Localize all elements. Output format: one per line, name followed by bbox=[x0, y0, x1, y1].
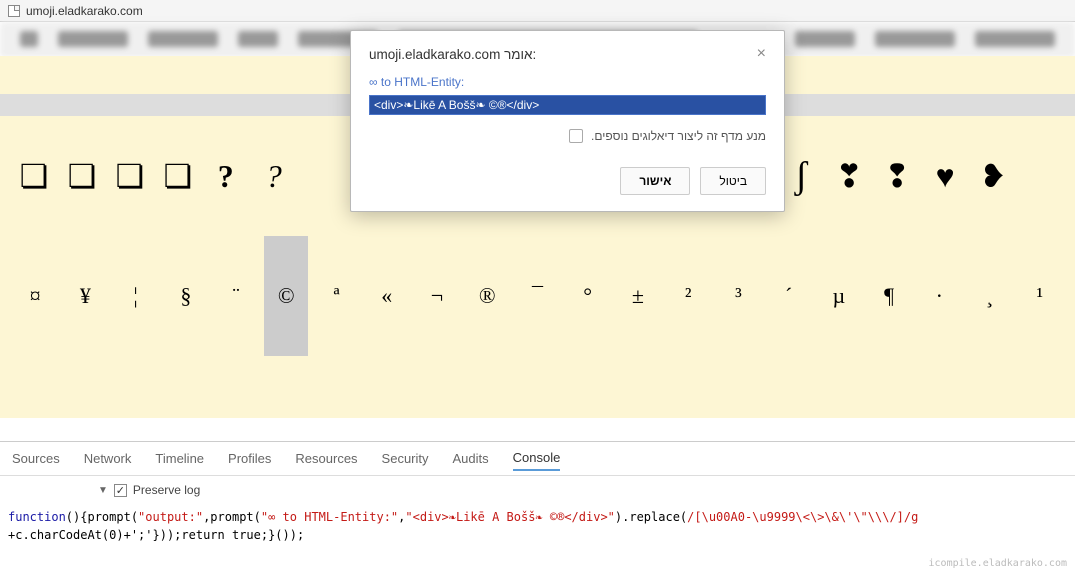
char-cell[interactable]: « bbox=[365, 236, 409, 356]
dialog-origin-text: umoji.eladkarako.com אומר: bbox=[369, 47, 536, 62]
tab-resources[interactable]: Resources bbox=[295, 447, 357, 470]
char-cell[interactable]: ª bbox=[315, 236, 359, 356]
cancel-button[interactable]: ביטול bbox=[700, 167, 766, 195]
prompt-label: ∞ to HTML-Entity: bbox=[369, 75, 766, 89]
char-cell[interactable] bbox=[300, 116, 344, 236]
char-cell[interactable]: ¹ bbox=[1018, 236, 1062, 356]
tab-sources[interactable]: Sources bbox=[12, 447, 60, 470]
prompt-input[interactable] bbox=[369, 95, 766, 115]
char-cell[interactable]: ¶ bbox=[867, 236, 911, 356]
char-cell[interactable]: ¨ bbox=[214, 236, 258, 356]
page-title: umoji.eladkarako.com bbox=[26, 4, 143, 18]
char-cell[interactable]: ❏ bbox=[108, 116, 152, 236]
char-cell[interactable]: ? bbox=[252, 116, 296, 236]
char-cell[interactable]: ² bbox=[666, 236, 710, 356]
tab-audits[interactable]: Audits bbox=[453, 447, 489, 470]
ok-button[interactable]: אישור bbox=[620, 167, 690, 195]
devtools-tabs: Sources Network Timeline Profiles Resour… bbox=[0, 442, 1075, 476]
char-cell[interactable]: ¬ bbox=[415, 236, 459, 356]
char-cell[interactable]: ❏ bbox=[156, 116, 200, 236]
char-cell[interactable]: ♥ bbox=[923, 116, 967, 236]
tab-security[interactable]: Security bbox=[382, 447, 429, 470]
tab-timeline[interactable]: Timeline bbox=[155, 447, 204, 470]
close-icon[interactable]: × bbox=[757, 45, 766, 63]
tab-profiles[interactable]: Profiles bbox=[228, 447, 271, 470]
char-cell[interactable]: ʃ bbox=[779, 116, 823, 236]
suppress-dialogs-label: מנע מדף זה ליצור דיאלוגים נוספים. bbox=[591, 129, 766, 143]
char-cell[interactable]: ❏ bbox=[12, 116, 56, 236]
filter-dropdown-icon[interactable]: ▼ bbox=[98, 485, 108, 496]
char-row-2: ¤ ¥ ¦ § ¨ © ª « ¬ ® ¯ ° ± ² ³ ´ µ ¶ · ¸ … bbox=[0, 236, 1075, 356]
char-cell[interactable] bbox=[1019, 116, 1063, 236]
devtools-panel: Sources Network Timeline Profiles Resour… bbox=[0, 441, 1075, 571]
char-cell[interactable]: ❣ bbox=[827, 116, 871, 236]
console-code[interactable]: function(){prompt("output:",prompt("∞ to… bbox=[0, 504, 1075, 548]
char-cell[interactable]: ❏ bbox=[60, 116, 104, 236]
tab-console[interactable]: Console bbox=[513, 446, 561, 471]
char-cell[interactable]: ¸ bbox=[968, 236, 1012, 356]
char-cell-selected[interactable]: © bbox=[264, 236, 308, 356]
char-cell[interactable]: ¥ bbox=[63, 236, 107, 356]
char-cell[interactable]: ¦ bbox=[114, 236, 158, 356]
char-cell[interactable]: ❢ bbox=[875, 116, 919, 236]
console-subbar: ▼ ✓ Preserve log bbox=[0, 476, 1075, 504]
suppress-dialogs-checkbox[interactable] bbox=[569, 129, 583, 143]
page-icon bbox=[8, 5, 20, 17]
char-cell[interactable]: ¤ bbox=[13, 236, 57, 356]
char-cell[interactable]: ¯ bbox=[515, 236, 559, 356]
char-cell[interactable]: ° bbox=[566, 236, 610, 356]
char-cell[interactable]: ³ bbox=[716, 236, 760, 356]
char-cell[interactable]: ´ bbox=[767, 236, 811, 356]
tab-network[interactable]: Network bbox=[84, 447, 132, 470]
char-cell[interactable]: ® bbox=[465, 236, 509, 356]
preserve-log-label: Preserve log bbox=[133, 483, 200, 497]
title-bar: umoji.eladkarako.com bbox=[0, 0, 1075, 22]
char-cell[interactable]: µ bbox=[817, 236, 861, 356]
watermark-url: icompile.eladkarako.com bbox=[929, 558, 1067, 569]
char-cell[interactable]: · bbox=[917, 236, 961, 356]
js-prompt-dialog: umoji.eladkarako.com אומר: × ∞ to HTML-E… bbox=[350, 30, 785, 212]
char-cell[interactable]: ? bbox=[204, 116, 248, 236]
char-cell[interactable]: ± bbox=[616, 236, 660, 356]
char-cell[interactable]: § bbox=[164, 236, 208, 356]
char-cell[interactable]: ❥ bbox=[971, 116, 1015, 236]
preserve-log-checkbox[interactable]: ✓ bbox=[114, 484, 127, 497]
